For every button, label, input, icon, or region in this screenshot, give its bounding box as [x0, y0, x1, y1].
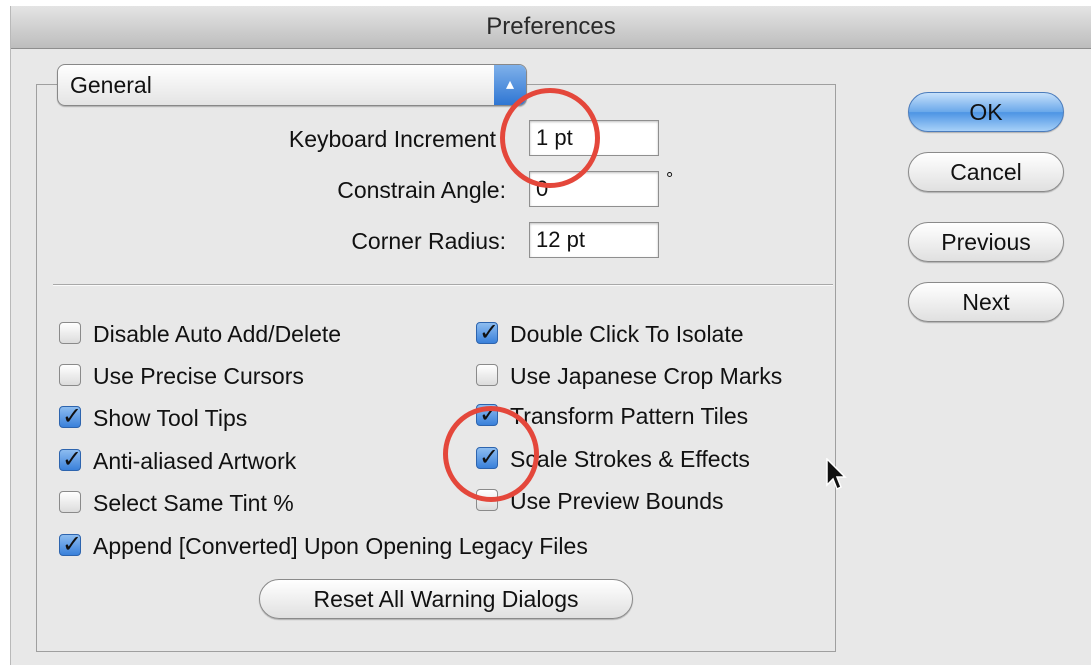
checkbox-box[interactable]: ✓ — [59, 531, 83, 558]
checkmark-icon: ✓ — [479, 444, 500, 471]
checkmark-icon: ✓ — [479, 401, 500, 428]
keyboard-increment-label: Keyboard Increment — [288, 126, 496, 152]
constrain-angle-field[interactable]: 0 — [529, 171, 659, 207]
checkbox-label: Select Same Tint % — [93, 490, 294, 516]
window-title: Preferences — [11, 6, 1091, 49]
next-button[interactable]: Next — [908, 282, 1064, 322]
checkbox-box[interactable]: ✓ — [59, 446, 83, 473]
constrain-angle-label: Constrain Angle: — [337, 177, 506, 203]
corner-radius-field[interactable]: 12 pt — [529, 222, 659, 258]
checkbox-box[interactable]: ✓ — [476, 319, 500, 346]
checkmark-icon: ✓ — [62, 531, 83, 558]
checkbox-box[interactable]: ✓ — [476, 401, 500, 428]
checkbox-label: Scale Strokes & Effects — [510, 446, 750, 472]
checkbox-label: Use Precise Cursors — [93, 363, 304, 389]
checkbox-box[interactable] — [59, 491, 81, 513]
reset-warning-dialogs-button[interactable]: Reset All Warning Dialogs — [259, 579, 633, 619]
checkbox-label: Use Japanese Crop Marks — [510, 363, 783, 389]
corner-radius-label: Corner Radius: — [351, 228, 506, 254]
degree-unit: ° — [666, 169, 674, 189]
ok-button[interactable]: OK — [908, 92, 1064, 132]
checkmark-icon: ✓ — [479, 319, 500, 346]
checkbox-box[interactable]: ✓ — [59, 403, 83, 430]
popup-selected-label: General — [70, 72, 152, 98]
preferences-section-popup[interactable]: General ▴ — [57, 64, 527, 106]
checkbox-box[interactable] — [59, 364, 81, 386]
checkbox-box[interactable] — [476, 489, 498, 511]
checkmark-icon: ✓ — [62, 403, 83, 430]
checkbox-label: Disable Auto Add/Delete — [93, 321, 342, 347]
checkbox-label: Use Preview Bounds — [510, 488, 724, 514]
checkbox-label: Append [Converted] Upon Opening Legacy F… — [93, 533, 588, 559]
checkbox-label: Double Click To Isolate — [510, 321, 744, 347]
checkbox-label: Transform Pattern Tiles — [510, 403, 749, 429]
mouse-pointer-icon — [826, 458, 847, 491]
checkbox-label: Show Tool Tips — [93, 405, 248, 431]
checkbox-box[interactable] — [476, 364, 498, 386]
keyboard-increment-field[interactable]: 1 pt — [529, 120, 659, 156]
checkbox-box[interactable] — [59, 322, 81, 344]
preferences-window: Preferences General ▴ Keyboard Increment… — [10, 6, 1091, 665]
checkmark-icon: ✓ — [62, 446, 83, 473]
checkbox-label: Anti-aliased Artwork — [93, 448, 297, 474]
cancel-button[interactable]: Cancel — [908, 152, 1064, 192]
checkbox-box[interactable]: ✓ — [476, 444, 500, 471]
updown-arrows-icon: ▴ — [494, 65, 526, 105]
section-divider — [53, 284, 833, 286]
previous-button[interactable]: Previous — [908, 222, 1064, 262]
